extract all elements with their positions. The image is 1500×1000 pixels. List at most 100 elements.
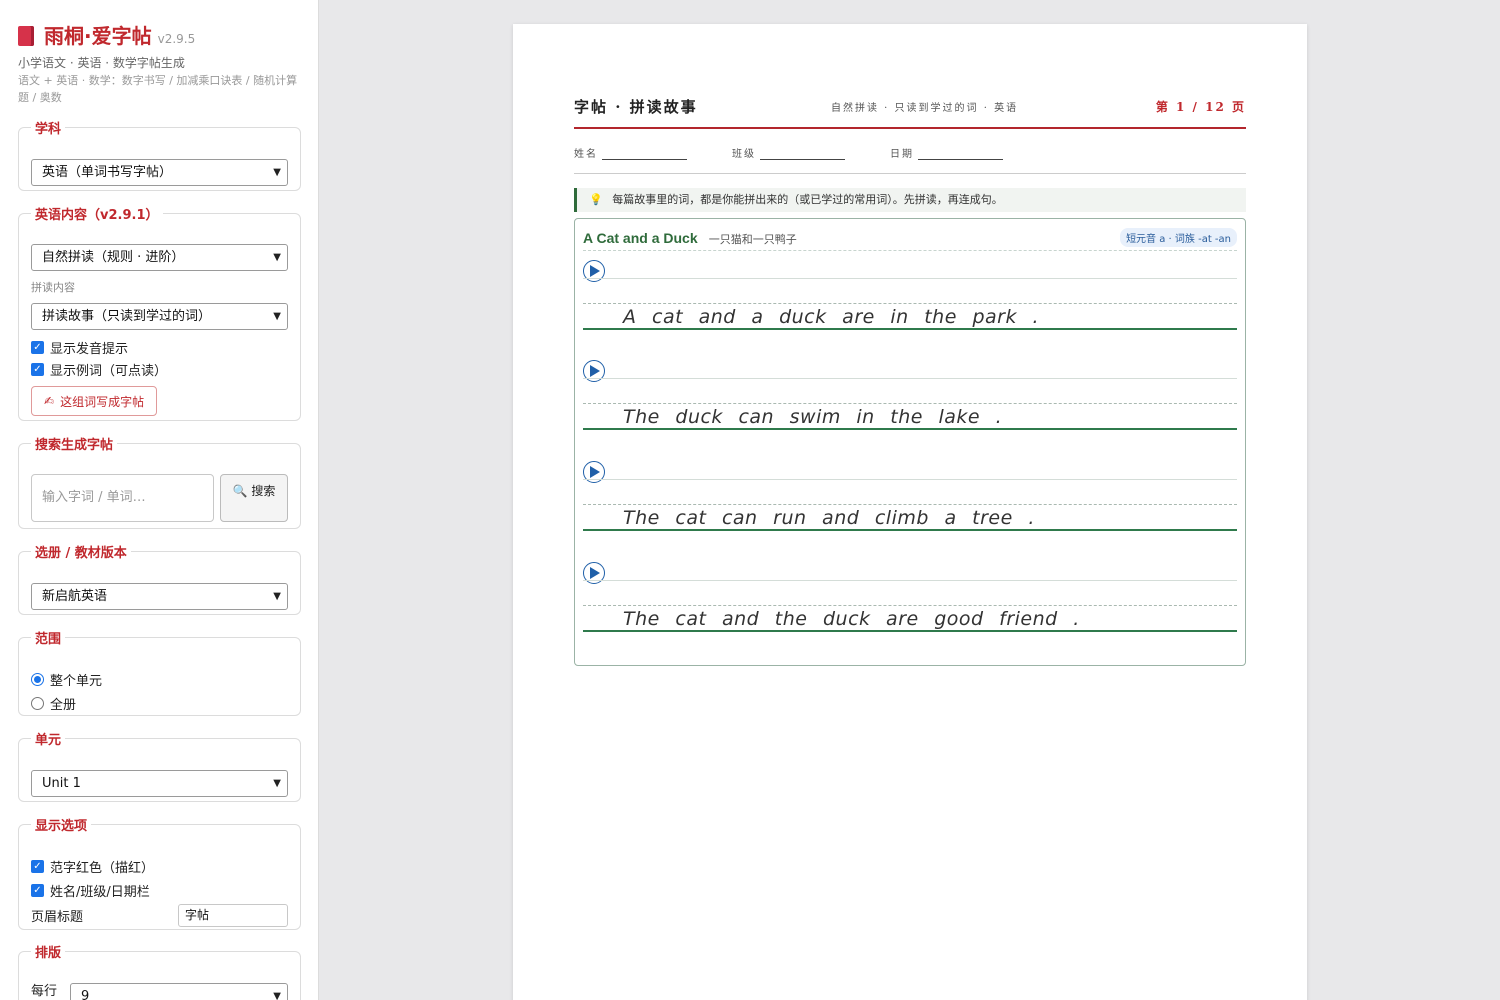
top-rule <box>583 479 1237 480</box>
book-icon <box>18 26 34 46</box>
english-content-legend: 英语内容（v2.9.1） <box>35 208 159 223</box>
english-mode-value: 自然拼读（规则 · 进阶） <box>42 250 185 265</box>
bulb-icon: 💡 <box>589 193 603 206</box>
app-header: 雨桐·爱字帖 v2.9.5 小学语文 · 英语 · 数学字帖生成 语文 + 英语… <box>18 20 308 106</box>
unit-value: Unit 1 <box>42 776 81 791</box>
textbook-legend: 选册 / 教材版本 <box>35 546 127 561</box>
class-field: 班级 <box>732 145 845 160</box>
per-row-value: 9 <box>81 989 90 1000</box>
top-rule <box>583 378 1237 379</box>
show-pronunciation-label: 显示发音提示 <box>50 341 129 357</box>
english-content-group: 英语内容（v2.9.1） 自然拼读（规则 · 进阶） ▼ 拼读内容 拼读故事（只… <box>18 204 301 421</box>
sentence-line: A cat and a duck are in the park . <box>583 254 1237 355</box>
phonics-content-value: 拼读故事（只读到学过的词） <box>42 309 212 324</box>
worksheet-header: 字帖 · 拼读故事 自然拼读 · 只读到学过的词 · 英语 第 1 / 12 页 <box>574 94 1246 129</box>
name-class-date-label: 姓名/班级/日期栏 <box>50 884 150 900</box>
english-mode-select[interactable]: 自然拼读（规则 · 进阶） ▼ <box>31 244 288 271</box>
date-field: 日期 <box>890 145 1003 160</box>
worksheet-page: 字帖 · 拼读故事 自然拼读 · 只读到学过的词 · 英语 第 1 / 12 页… <box>513 24 1307 1000</box>
baseline-rule <box>583 328 1237 330</box>
top-rule <box>583 580 1237 581</box>
magnifier-icon: 🔍 <box>232 484 248 498</box>
textbook-select[interactable]: 新启航英语 ▼ <box>31 583 288 610</box>
header-title-value: 字帖 <box>185 907 210 922</box>
name-class-date-checkbox[interactable]: ✓ 姓名/班级/日期栏 <box>31 878 288 902</box>
range-all-radio[interactable]: 全册 <box>31 691 288 715</box>
layout-legend: 排版 <box>35 946 62 961</box>
chevron-down-icon: ▼ <box>273 778 281 789</box>
header-title-input[interactable]: 字帖 <box>178 903 288 927</box>
story-card: A Cat and a Duck 一只猫和一只鸭子 短元音 a · 词族 -at… <box>574 218 1246 666</box>
story-title: A Cat and a Duck <box>583 230 698 246</box>
display-options-group: 显示选项 ✓ 范字红色（描红） ✓ 姓名/班级/日期栏 页眉标题 字帖 <box>18 815 301 930</box>
unit-select[interactable]: Unit 1 ▼ <box>31 770 288 797</box>
story-header-divider <box>583 250 1237 251</box>
app-description: 语文 + 英语 · 数学：数字书写 / 加减乘口诀表 / 随机计算题 / 奥数 <box>18 74 298 104</box>
baseline-rule <box>583 630 1237 632</box>
header-title-label: 页眉标题 <box>31 909 84 925</box>
date-label: 日期 <box>890 149 914 160</box>
radio-selected-icon[interactable] <box>31 672 44 686</box>
date-line <box>918 149 1003 160</box>
radio-unselected-icon[interactable] <box>31 696 44 710</box>
top-rule <box>583 278 1237 279</box>
app-subtitle: 小学语文 · 英语 · 数学字帖生成 <box>18 56 185 70</box>
tip-banner: 💡 每篇故事里的词，都是你能拼出来的（或已学过的常用词）。先拼读，再连成句。 <box>574 188 1246 212</box>
app-version: v2.9.5 <box>157 32 196 46</box>
sentence-line: The cat and the duck are good friend . <box>583 556 1237 657</box>
unit-legend: 单元 <box>35 733 62 748</box>
search-button-label: 搜索 <box>251 484 276 498</box>
chevron-down-icon: ▼ <box>273 252 281 263</box>
range-unit-label: 整个单元 <box>50 673 103 689</box>
subject-group: 学科 英语（单词书写字帖） ▼ <box>18 118 301 191</box>
name-label: 姓名 <box>574 149 598 160</box>
search-legend: 搜索生成字帖 <box>35 438 114 453</box>
story-subtitle: 一只猫和一只鸭子 <box>708 233 797 246</box>
chevron-down-icon: ▼ <box>273 591 281 602</box>
unit-group: 单元 Unit 1 ▼ <box>18 729 301 802</box>
subject-select[interactable]: 英语（单词书写字帖） ▼ <box>31 159 288 186</box>
chevron-down-icon: ▼ <box>273 991 281 1000</box>
checkbox-checked-icon[interactable]: ✓ <box>31 362 44 376</box>
class-line <box>760 149 845 160</box>
show-example-label: 显示例词（可点读） <box>50 363 168 379</box>
range-legend: 范围 <box>35 632 62 647</box>
per-row-label: 每行字 <box>31 984 58 999</box>
per-row-select[interactable]: 9 ▼ <box>70 983 288 1000</box>
textbook-group: 选册 / 教材版本 新启航英语 ▼ <box>18 542 301 615</box>
mid-dashed-rule <box>583 403 1237 404</box>
header-title-row: 页眉标题 字帖 <box>31 902 288 928</box>
sentence-line: The cat can run and climb a tree . <box>583 455 1237 556</box>
search-input[interactable]: 输入字词 / 单词… <box>31 474 214 522</box>
hand-write-icon: ✍ <box>44 394 55 408</box>
sentence-text: The cat and the duck are good friend . <box>623 608 1080 630</box>
search-group: 搜索生成字帖 输入字词 / 单词… 🔍 搜索 <box>18 434 301 529</box>
worksheet-center-text: 自然拼读 · 只读到学过的词 · 英语 <box>831 103 1019 114</box>
chevron-down-icon: ▼ <box>273 311 281 322</box>
worksheet-title: 字帖 · 拼读故事 <box>574 98 698 116</box>
story-header: A Cat and a Duck 一只猫和一只鸭子 短元音 a · 词族 -at… <box>583 228 1237 250</box>
subject-legend: 学科 <box>35 122 62 137</box>
show-pronunciation-checkbox[interactable]: ✓ 显示发音提示 <box>31 336 288 358</box>
red-sample-checkbox[interactable]: ✓ 范字红色（描红） <box>31 854 288 878</box>
baseline-rule <box>583 529 1237 531</box>
sentence-text: A cat and a duck are in the park . <box>623 306 1040 328</box>
checkbox-checked-icon[interactable]: ✓ <box>31 340 44 354</box>
range-unit-radio[interactable]: 整个单元 <box>31 667 288 691</box>
make-worksheet-button[interactable]: ✍ 这组词写成字帖 <box>31 386 158 416</box>
phonics-content-select[interactable]: 拼读故事（只读到学过的词） ▼ <box>31 303 288 330</box>
show-example-checkbox[interactable]: ✓ 显示例词（可点读） <box>31 358 288 380</box>
mid-dashed-rule <box>583 504 1237 505</box>
red-sample-label: 范字红色（描红） <box>50 860 155 876</box>
phonics-tag: 短元音 a · 词族 -at -an <box>1120 228 1237 247</box>
baseline-rule <box>583 428 1237 430</box>
name-field: 姓名 <box>574 145 687 160</box>
chevron-down-icon: ▼ <box>273 167 281 178</box>
mid-dashed-rule <box>583 605 1237 606</box>
checkbox-checked-icon[interactable]: ✓ <box>31 859 44 873</box>
search-button[interactable]: 🔍 搜索 <box>220 474 288 522</box>
search-placeholder: 输入字词 / 单词… <box>42 490 146 505</box>
checkbox-checked-icon[interactable]: ✓ <box>31 883 44 897</box>
sentence-text: The cat can run and climb a tree . <box>623 507 1035 529</box>
name-line <box>602 149 687 160</box>
